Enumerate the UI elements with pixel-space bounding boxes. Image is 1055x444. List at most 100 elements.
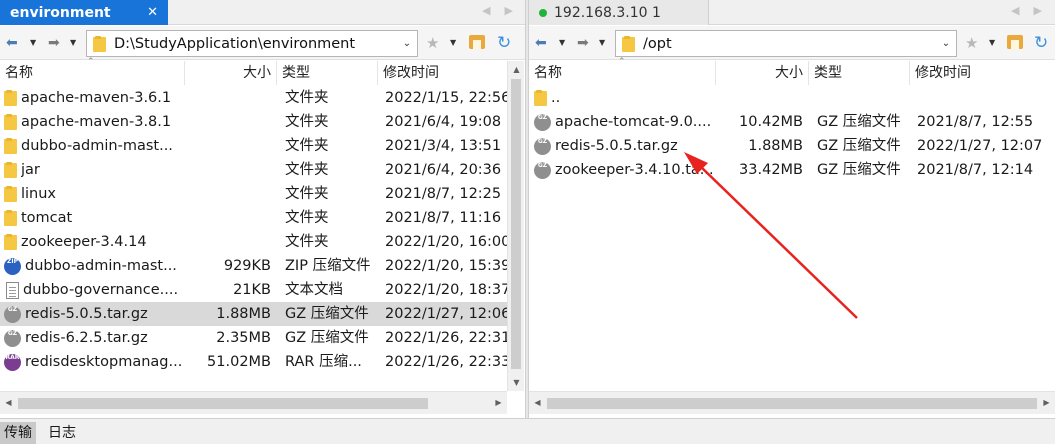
column-size[interactable]: 大小 <box>716 61 809 85</box>
file-type: GZ 压缩文件 <box>817 162 901 178</box>
column-modified[interactable]: 修改时间 <box>910 61 1055 85</box>
file-row[interactable]: tomcat 文件夹 2021/8/7, 11:16 <box>0 206 507 230</box>
tab-log[interactable]: 日志 <box>44 422 80 444</box>
file-row[interactable]: jar 文件夹 2021/6/4, 20:36 <box>0 158 507 182</box>
refresh-icon[interactable]: ↻ <box>497 33 511 53</box>
file-size: 2.35MB <box>216 330 271 346</box>
scroll-up-icon[interactable]: ▲ <box>508 61 525 78</box>
remote-path-input[interactable]: /opt ⌄ <box>615 30 957 57</box>
file-name: apache-maven-3.8.1 <box>21 114 172 130</box>
file-name-cell: GZ redis-5.0.5.tar.gz <box>4 302 182 326</box>
bookmark-star-icon[interactable]: ★ <box>426 34 439 52</box>
scroll-down-icon[interactable]: ▼ <box>508 374 525 391</box>
file-row[interactable]: apache-maven-3.6.1 文件夹 2022/1/15, 22:56 <box>0 86 507 110</box>
file-row[interactable]: GZ zookeeper-3.4.10.ta... 33.42MB GZ 压缩文件 20… <box>529 158 1055 182</box>
local-vertical-scrollbar[interactable]: ▲ ▼ <box>507 61 524 391</box>
file-name: dubbo-admin-mast... <box>25 258 177 274</box>
folder-icon <box>4 210 17 226</box>
scroll-right-icon[interactable]: ▶ <box>490 392 507 414</box>
file-type: 文件夹 <box>285 90 329 106</box>
remote-toolbar: ⬅ ▼ ➡ ▼ /opt ⌄ ★ ▼ ↻ <box>529 26 1055 60</box>
file-size: 929KB <box>223 258 271 274</box>
local-column-header: 名称 ⌃ 大小 类型 修改时间 <box>0 57 508 85</box>
file-row[interactable]: ZIP dubbo-admin-mast... 929KB ZIP 压缩文件 2022/… <box>0 254 507 278</box>
scroll-right-icon[interactable]: ▶ <box>1038 392 1055 414</box>
forward-dropdown-icon[interactable]: ▼ <box>70 38 76 47</box>
close-tab-icon[interactable]: ✕ <box>147 5 158 20</box>
gz-icon: GZ <box>534 113 551 131</box>
file-size: 51.02MB <box>207 354 271 370</box>
file-modified: 2022/1/20, 16:00 <box>385 234 507 250</box>
file-size <box>185 134 271 158</box>
column-type[interactable]: 类型 <box>809 61 910 85</box>
file-row[interactable]: RAR redisdesktopmanag... 51.02MB RAR 压缩... 2… <box>0 350 507 374</box>
tab-scroll-arrows-icon[interactable]: ◀▶ <box>1011 4 1055 17</box>
file-row[interactable]: GZ redis-5.0.5.tar.gz 1.88MB GZ 压缩文件 2022/1/… <box>0 302 507 326</box>
forward-arrow-icon[interactable]: ➡ <box>577 35 589 51</box>
file-type: GZ 压缩文件 <box>285 330 369 346</box>
column-size[interactable]: 大小 <box>185 61 277 85</box>
file-name: dubbo-admin-mast... <box>21 138 173 154</box>
file-row[interactable]: GZ redis-6.2.5.tar.gz 2.35MB GZ 压缩文件 2022/1/… <box>0 326 507 350</box>
file-row[interactable]: zookeeper-3.4.14 文件夹 2022/1/20, 16:00 <box>0 230 507 254</box>
folder-icon <box>93 35 106 52</box>
remote-column-header: 名称 ⌃ 大小 类型 修改时间 <box>529 57 1055 85</box>
file-row[interactable]: apache-maven-3.8.1 文件夹 2021/6/4, 19:08 <box>0 110 507 134</box>
bookmark-star-icon[interactable]: ★ <box>965 34 978 52</box>
scroll-thumb[interactable] <box>547 398 1037 409</box>
file-row[interactable]: dubbo-governance.... 21KB 文本文档 2022/1/20, 1… <box>0 278 507 302</box>
folder-icon <box>4 162 17 178</box>
bookmark-dropdown-icon[interactable]: ▼ <box>450 38 456 47</box>
file-modified: 2021/8/7, 12:55 <box>917 114 1034 130</box>
file-modified: 2022/1/27, 12:06 <box>385 306 507 322</box>
file-name: redis-5.0.5.tar.gz <box>555 138 678 154</box>
column-modified[interactable]: 修改时间 <box>378 61 508 85</box>
scroll-left-icon[interactable]: ◀ <box>529 392 546 414</box>
local-horizontal-scrollbar[interactable]: ◀ ▶ <box>0 391 507 414</box>
local-path-input[interactable]: D:\StudyApplication\environment ⌄ <box>86 30 418 57</box>
file-size: 10.42MB <box>739 114 803 130</box>
refresh-icon[interactable]: ↻ <box>1034 33 1048 53</box>
home-folder-icon[interactable] <box>469 35 485 49</box>
file-type: 文本文档 <box>285 282 343 298</box>
tab-remote-host[interactable]: 192.168.3.10 1 <box>529 0 709 25</box>
folder-icon <box>4 138 17 154</box>
file-row[interactable]: .. <box>529 86 1055 110</box>
scroll-left-icon[interactable]: ◀ <box>0 392 17 414</box>
back-dropdown-icon[interactable]: ▼ <box>30 38 36 47</box>
file-name-cell: GZ redis-5.0.5.tar.gz <box>534 134 714 158</box>
tab-environment[interactable]: environment ✕ <box>0 0 168 25</box>
gz-icon: GZ <box>534 161 551 179</box>
back-arrow-icon[interactable]: ⬅ <box>6 35 18 51</box>
file-name: redisdesktopmanag... <box>25 354 182 370</box>
bookmark-dropdown-icon[interactable]: ▼ <box>989 38 995 47</box>
remote-horizontal-scrollbar[interactable]: ◀ ▶ <box>529 391 1055 414</box>
home-folder-icon[interactable] <box>1007 35 1023 49</box>
file-name: redis-5.0.5.tar.gz <box>25 306 148 322</box>
file-row[interactable]: dubbo-admin-mast... 文件夹 2021/3/4, 13:51 <box>0 134 507 158</box>
file-name-cell: RAR redisdesktopmanag... <box>4 350 182 374</box>
file-name: redis-6.2.5.tar.gz <box>25 330 148 346</box>
file-type: GZ 压缩文件 <box>817 138 901 154</box>
file-name-cell: linux <box>4 182 182 206</box>
local-tab-bar: environment ✕ ◀▶ <box>0 0 525 25</box>
back-arrow-icon[interactable]: ⬅ <box>535 35 547 51</box>
file-name-cell: .. <box>534 86 714 110</box>
column-type[interactable]: 类型 <box>277 61 378 85</box>
forward-dropdown-icon[interactable]: ▼ <box>599 38 605 47</box>
file-name: zookeeper-3.4.10.ta... <box>555 162 714 178</box>
tab-scroll-arrows-icon[interactable]: ◀▶ <box>482 4 525 17</box>
tab-transfer[interactable]: 传输 <box>0 422 36 444</box>
file-row[interactable]: linux 文件夹 2021/8/7, 12:25 <box>0 182 507 206</box>
forward-arrow-icon[interactable]: ➡ <box>48 35 60 51</box>
file-row[interactable]: GZ apache-tomcat-9.0.... 10.42MB GZ 压缩文件 202… <box>529 110 1055 134</box>
local-toolbar: ⬅ ▼ ➡ ▼ D:\StudyApplication\environment … <box>0 26 525 60</box>
scroll-thumb[interactable] <box>18 398 428 409</box>
back-dropdown-icon[interactable]: ▼ <box>559 38 565 47</box>
file-modified: 2021/6/4, 19:08 <box>385 114 502 130</box>
path-dropdown-icon[interactable]: ⌄ <box>397 38 417 49</box>
file-type: GZ 压缩文件 <box>285 306 369 322</box>
path-dropdown-icon[interactable]: ⌄ <box>936 38 956 49</box>
file-row[interactable]: GZ redis-5.0.5.tar.gz 1.88MB GZ 压缩文件 2022/1/… <box>529 134 1055 158</box>
scroll-thumb[interactable] <box>511 79 521 369</box>
